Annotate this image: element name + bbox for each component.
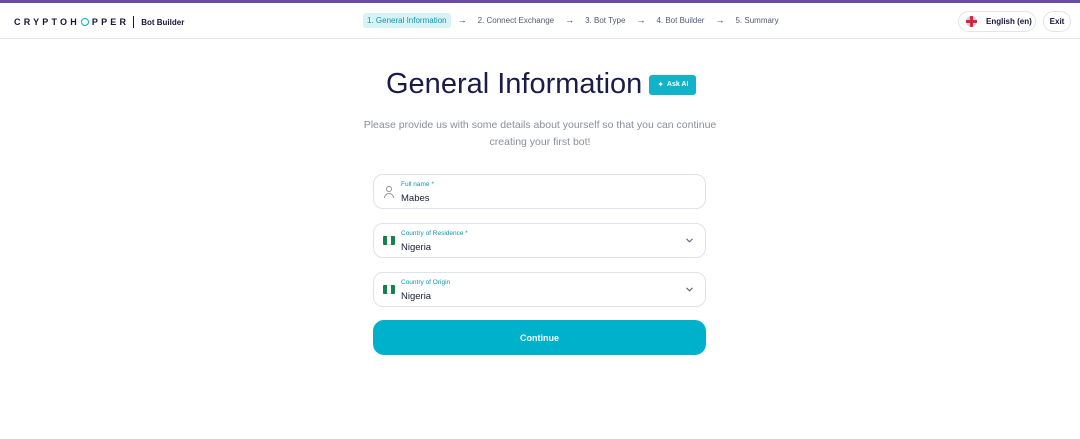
chevron-down-icon[interactable] [685, 285, 694, 294]
step-connect-exchange[interactable]: 2. Connect Exchange [474, 13, 559, 28]
brand-divider [133, 16, 135, 28]
arrow-right-icon: → [457, 15, 467, 25]
nigeria-flag-icon [383, 285, 395, 294]
language-selector[interactable]: English (en) [958, 11, 1036, 32]
country-of-origin-value: Nigeria [401, 291, 432, 302]
language-label: English (en) [986, 17, 1032, 26]
arrow-right-icon: → [715, 15, 725, 25]
page-subtitle: Please provide us with some details abou… [363, 119, 717, 148]
step-general-information[interactable]: 1. General Information [363, 12, 451, 28]
brand[interactable]: CRYPTOH PPER Bot Builder [14, 15, 184, 29]
uk-flag-icon [966, 16, 977, 27]
country-of-residence-label: Country of Residence * [401, 230, 468, 237]
arrow-right-icon: → [565, 15, 575, 25]
nigeria-flag-icon [383, 236, 395, 245]
cryptohopper-logo: CRYPTOH PPER [14, 17, 130, 27]
country-of-origin-select[interactable]: Country of Origin Nigeria [373, 272, 706, 307]
page-title: General Information [386, 68, 643, 100]
full-name-label: Full name * [401, 181, 434, 188]
full-name-value[interactable]: Mabes [401, 193, 430, 204]
step-bot-type[interactable]: 3. Bot Type [581, 13, 629, 28]
arrow-right-icon: → [636, 15, 646, 25]
continue-button[interactable]: Continue [373, 320, 706, 355]
country-of-origin-label: Country of Origin [401, 279, 451, 286]
full-name-field[interactable]: Full name * Mabes [373, 174, 706, 209]
stepper: 1. General Information → 2. Connect Exch… [363, 12, 783, 28]
header: CRYPTOH PPER Bot Builder 1. General Infor… [0, 3, 1080, 39]
chevron-down-icon[interactable] [685, 236, 694, 245]
ask-ai-label: Ask AI [666, 81, 689, 88]
country-of-residence-value: Nigeria [401, 242, 432, 253]
title-row: General Information ✦ Ask AI [386, 68, 697, 101]
step-summary[interactable]: 5. Summary [731, 13, 782, 28]
step-bot-builder[interactable]: 4. Bot Builder [652, 13, 708, 28]
exit-button[interactable]: Exit [1043, 11, 1071, 32]
country-of-residence-select[interactable]: Country of Residence * Nigeria [373, 223, 706, 258]
ask-ai-button[interactable]: ✦ Ask AI [649, 74, 697, 95]
brand-subtitle: Bot Builder [141, 17, 185, 27]
sparkle-icon: ✦ [657, 80, 664, 89]
person-icon [384, 186, 394, 198]
